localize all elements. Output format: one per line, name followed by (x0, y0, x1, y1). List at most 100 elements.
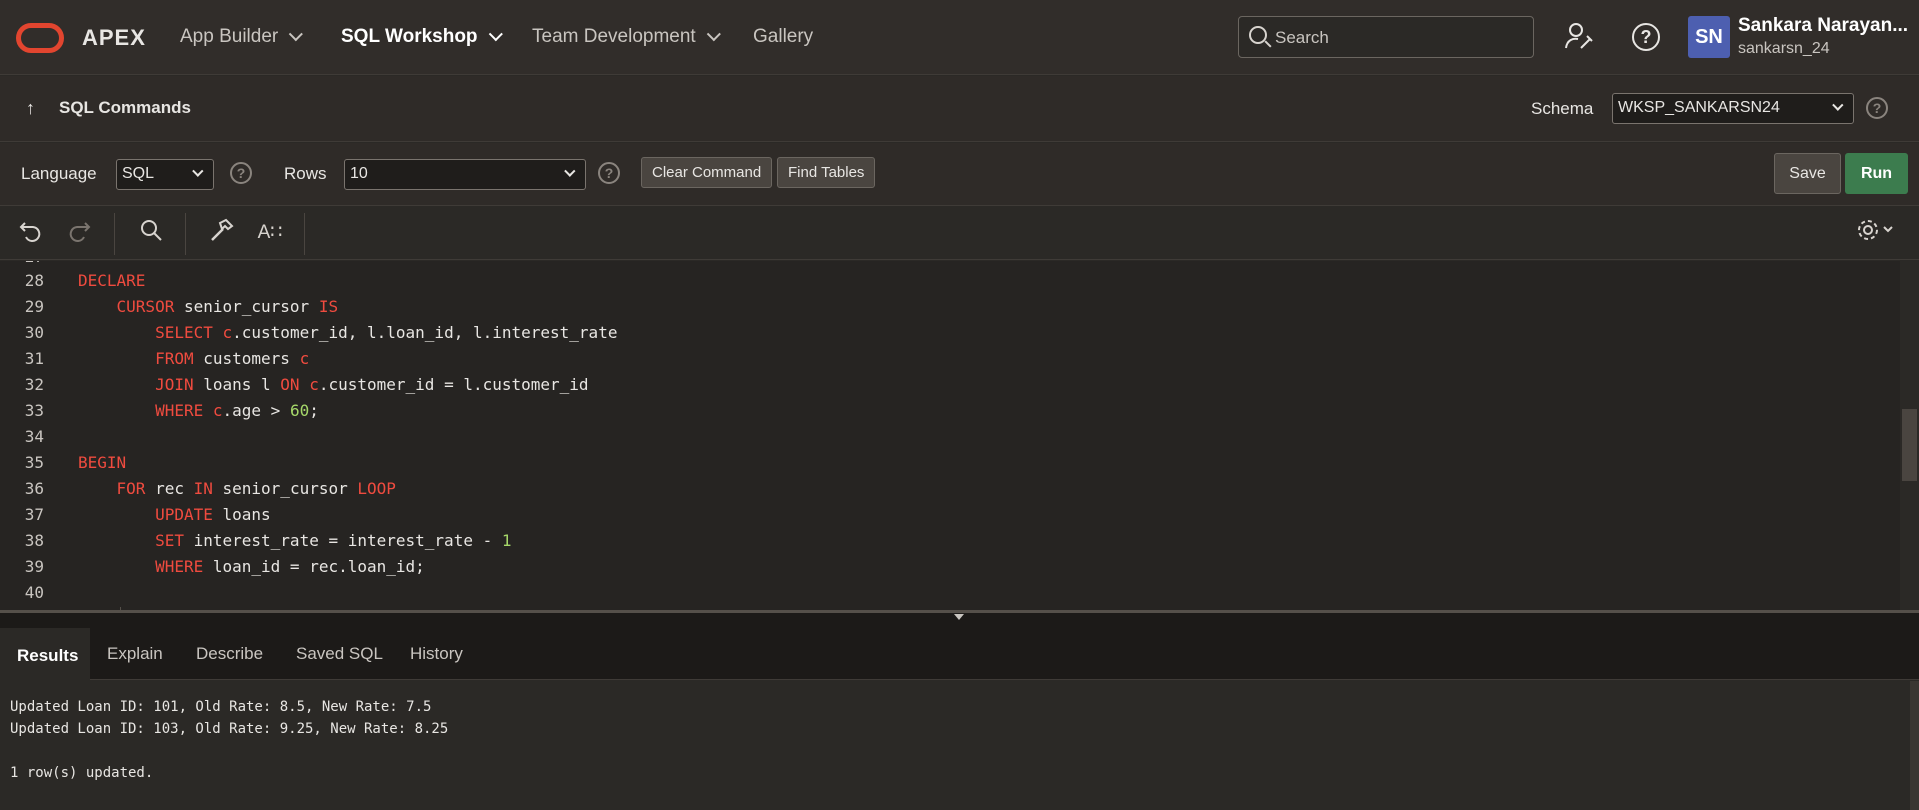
tab-results[interactable]: Results (0, 626, 90, 680)
sql-keyword: UPDATE (155, 505, 213, 524)
line-number: 37 (24, 505, 44, 524)
undo-icon[interactable] (15, 217, 47, 249)
output-line: 1 row(s) updated. (10, 765, 154, 781)
search-icon (1249, 26, 1267, 44)
sql-keyword: BEGIN (78, 453, 127, 472)
find-tables-button[interactable]: Find Tables (777, 157, 876, 188)
code-line: 36 FOR rec IN senior_cursor LOOP (0, 479, 1900, 505)
sql-number: 1 (501, 531, 512, 550)
collapse-arrow-icon[interactable] (954, 614, 964, 620)
toolbar-divider (185, 213, 186, 255)
results-tabs: Results Explain Describe Saved SQL Histo… (0, 626, 1919, 680)
language-help-icon[interactable]: ? (230, 162, 252, 184)
code-line: 30 SELECT c.customer_id, l.loan_id, l.in… (0, 323, 1900, 349)
rows-select[interactable]: 10 (344, 159, 586, 190)
user-id: sankarsn_24 (1738, 40, 1830, 57)
code-text: UPDATE loans (78, 505, 271, 524)
sql-keyword: LOOP (357, 479, 396, 498)
help-circle-icon[interactable]: ? (1632, 23, 1660, 51)
page-title: SQL Commands (59, 98, 191, 117)
sql-keyword: JOIN (155, 375, 194, 394)
sql-keyword: c (212, 401, 223, 420)
sql-keyword: DECLARE (78, 271, 146, 290)
tab-history[interactable]: History (410, 626, 463, 680)
nav-team-development[interactable]: Team Development (532, 26, 721, 48)
sql-keyword: ON (280, 375, 300, 394)
run-button[interactable]: Run (1845, 153, 1908, 194)
line-number: 40 (24, 583, 44, 602)
nav-sql-workshop[interactable]: SQL Workshop (341, 26, 503, 48)
code-line: 35 BEGIN (0, 453, 1900, 479)
tab-explain[interactable]: Explain (107, 626, 163, 680)
sql-keyword: FROM (155, 349, 194, 368)
redo-icon[interactable] (63, 217, 95, 249)
rows-value: 10 (350, 165, 368, 182)
search-icon[interactable] (135, 217, 167, 249)
sql-keyword: IS (318, 297, 339, 316)
chevron-down-icon (488, 27, 503, 42)
user-settings-icon[interactable] (1564, 21, 1594, 51)
line-number: 33 (24, 401, 44, 420)
tab-describe[interactable]: Describe (196, 626, 263, 680)
line-number: 27 (0, 261, 44, 266)
sql-keyword: SELECT (155, 323, 213, 342)
code-line: 31 FROM customers c (0, 349, 1900, 375)
avatar[interactable]: SN (1688, 16, 1730, 58)
code-text: WHERE loan_id = rec.loan_id; (78, 557, 425, 576)
editor-scrollbar[interactable] (1900, 261, 1919, 610)
nav-app-builder[interactable]: App Builder (180, 26, 304, 48)
line-number: 35 (24, 453, 44, 472)
schema-help-icon[interactable]: ? (1866, 97, 1888, 119)
sql-keyword: c (222, 323, 233, 342)
schema-label: Schema (1531, 99, 1594, 118)
tab-saved-sql[interactable]: Saved SQL (296, 626, 383, 680)
sql-keyword: FOR (116, 479, 146, 498)
output-line: Updated Loan ID: 101, Old Rate: 8.5, New… (10, 699, 432, 715)
code-editor[interactable]: 27 28DECLARE29 CURSOR senior_cursor IS30… (0, 261, 1919, 610)
line-number: 30 (24, 323, 44, 342)
output-scrollbar[interactable] (1910, 681, 1919, 810)
sql-keyword: c (299, 349, 310, 368)
code-line: 34 (0, 427, 1900, 453)
command-toolbar: Language SQL ? Rows 10 ? Clear Command F… (0, 143, 1919, 206)
chevron-down-icon (564, 165, 576, 177)
hammer-icon[interactable] (205, 217, 237, 249)
user-name[interactable]: Sankara Narayan... (1738, 15, 1918, 37)
brand-label[interactable]: APEX (82, 25, 146, 51)
rows-help-icon[interactable]: ? (598, 162, 620, 184)
save-button[interactable]: Save (1774, 153, 1841, 194)
pane-splitter[interactable] (0, 610, 1919, 626)
rows-label: Rows (284, 164, 327, 183)
sql-number: 60 (289, 401, 310, 420)
code-text: DECLARE (78, 271, 145, 290)
nav-gallery-label: Gallery (753, 26, 814, 47)
sql-keyword: WHERE (155, 401, 204, 420)
nav-gallery[interactable]: Gallery (753, 26, 813, 48)
sql-keyword: WHERE (155, 557, 204, 576)
code-line: 39 WHERE loan_id = rec.loan_id; (0, 557, 1900, 583)
arrow-up-icon[interactable]: ↑ (26, 98, 35, 119)
schema-select[interactable]: WKSP_SANKARSN24 (1612, 93, 1854, 124)
line-number: 38 (24, 531, 44, 550)
gear-icon[interactable] (1854, 217, 1900, 249)
code-token: loans (212, 505, 271, 524)
code-line: 38 SET interest_rate = interest_rate - 1 (0, 531, 1900, 557)
line-number: 31 (24, 349, 44, 368)
line-number: 32 (24, 375, 44, 394)
code-text: SELECT c.customer_id, l.loan_id, l.inter… (78, 323, 617, 342)
language-select[interactable]: SQL (116, 159, 214, 190)
oracle-logo-icon[interactable] (16, 23, 64, 53)
search-field[interactable]: Search (1238, 16, 1534, 58)
toolbar-divider (114, 213, 115, 255)
code-token: senior_cursor (212, 479, 358, 498)
scrollbar-thumb[interactable] (1902, 409, 1917, 481)
font-size-icon[interactable]: A∷ (254, 217, 286, 249)
code-text: SET interest_rate = interest_rate - 1 (78, 531, 512, 550)
clear-command-button[interactable]: Clear Command (641, 157, 773, 188)
